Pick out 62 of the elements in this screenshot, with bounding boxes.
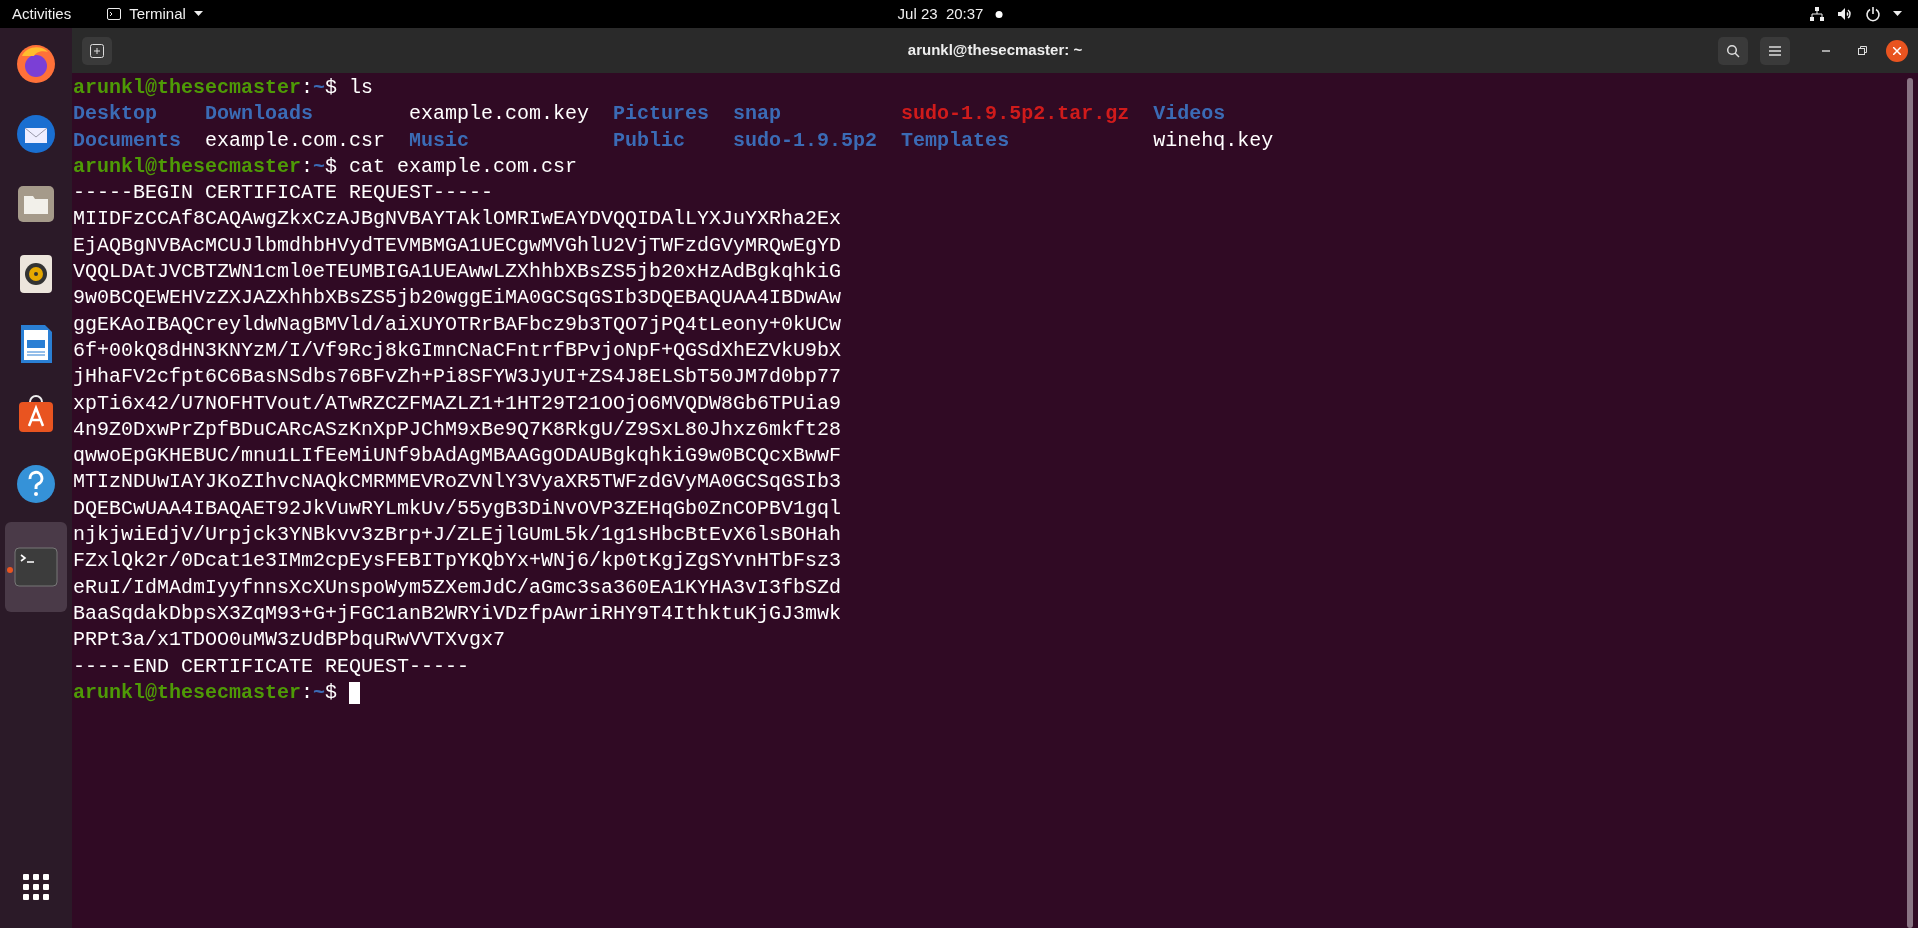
output-line: eRuI/IdMAdmIyyfnnsXcXUnspoWym5ZXemJdC/aGmc3sa360EA1KYHA3vI3fbSZd <box>73 574 842 601</box>
clock[interactable]: Jul 23 20:37 <box>897 2 984 26</box>
output-line: njkjwiEdjV/Urpjck3YNBkvv3zBrp+J/ZLEjlGUmL5k/1g1sHbcBtEvX6lsBOHah <box>73 522 842 549</box>
globe-icon <box>14 42 58 86</box>
directory-name: Downloads <box>205 102 314 126</box>
terminal-icon <box>14 547 58 587</box>
app-grid-icon[interactable] <box>23 874 49 900</box>
output-line: -----BEGIN CERTIFICATE REQUEST----- <box>73 180 494 207</box>
output-line: PRPt3a/x1TDOO0uMW3zUdBPbquRwVVTXvgx7 <box>73 627 506 654</box>
output-line: 9w0BCQEWEHVzZXJAZXhhbXBsZS5jb20wggEiMA0GCSqGSIb3DQEBAQUAA4IBDwAw <box>73 285 842 312</box>
volume-icon[interactable] <box>1837 6 1853 22</box>
scrollbar[interactable] <box>1907 78 1913 928</box>
new-tab-icon <box>90 43 104 58</box>
close-button[interactable] <box>1886 39 1908 62</box>
caret-icon[interactable] <box>1893 11 1902 17</box>
file-name: example.com.key <box>409 102 590 126</box>
prompt-line: arunkl@thesecmaster:~$ <box>73 679 339 706</box>
output-line: qwwoEpGKHEBUC/mnu1LIfEeMiUNf9bAdAgMBAAGgODAUBgkqhkiG9w0BCQcxBwwF <box>73 443 842 470</box>
directory-name: sudo-1.9.5p2 <box>733 128 878 152</box>
window-title: arunkl@thesecmaster: ~ <box>907 40 1083 61</box>
output-line: BaaSqdakDbpsX3ZqM93+G+jFGC1anB2WRYiVDzfpAwriRHY9T4IthktuKjGJ3mwk <box>73 600 842 627</box>
output-line: ggEKAoIBAQCreyldwNagBMVld/aiXUYOTRrBAFbcz9b3TQO7jPQ4tLeony+0kUCw <box>73 311 842 338</box>
new-tab-button[interactable] <box>82 36 112 65</box>
minimize-icon <box>1822 49 1830 52</box>
directory-name: Desktop <box>73 102 157 126</box>
search-icon <box>1726 43 1740 58</box>
prompt-line: arunkl@thesecmaster:~$ ls <box>73 75 374 101</box>
file-name: example.com.csr <box>205 128 386 152</box>
close-icon <box>1893 46 1901 55</box>
output-line: 4n9Z0DxwPrZpfBDuCARcASzKnXpPJChM9xBe9Q7K8RkgU/Z9SxL80Jhxz6mkft28 <box>73 416 842 443</box>
app-menu[interactable]: Terminal <box>107 2 203 26</box>
output-line: EjAQBgNVBAcMCUJlbmdhbHVydTEVMBMGA1UECgwMVGhlU2VjTWFzdGVyMRQwEgYD <box>73 232 842 259</box>
envelope-icon <box>14 112 58 156</box>
directory-name: snap <box>733 102 782 126</box>
file-name: sudo-1.9.5p2.tar.gz <box>901 102 1130 126</box>
prompt-line: arunkl@thesecmaster:~$ cat example.com.csr <box>73 153 578 180</box>
output-line: -----END CERTIFICATE REQUEST----- <box>73 653 470 680</box>
directory-name: Templates <box>901 128 1010 152</box>
file-name: winehq.key <box>1153 128 1274 152</box>
output-line: FZxlQk2r/0Dcat1e3IMm2cpEysFEBITpYKQbYx+WNj6/kp0tKgjZgSYvnHTbFsz3 <box>73 548 842 575</box>
directory-name: Public <box>613 128 686 152</box>
directory-name: Music <box>409 128 470 152</box>
output-line: MIIDFzCCAf8CAQAwgZkxCzAJBgNVBAYTAklOMRIwEAYDVQQIDAlLYXJuYXRha2Ex <box>73 206 842 233</box>
power-icon[interactable] <box>1865 6 1881 22</box>
terminal-icon <box>107 8 122 20</box>
output-line: DQEBCwUAA4IBAQAET92JkVuwRYLmkUv/55ygB3DiNvOVP3ZEHqGb0ZnCOPBV1gql <box>73 495 842 522</box>
network-icon[interactable] <box>1809 6 1825 22</box>
caret-icon <box>193 11 203 17</box>
output-line: xpTi6x42/U7NOFHTVout/ATwRZCZFMAZLZ1+1HT29T21OOjO6MVQDW8Gb6TPUia9 <box>73 390 842 417</box>
directory-name: Videos <box>1153 102 1226 126</box>
restore-icon <box>1857 46 1867 55</box>
search-button[interactable] <box>1718 36 1748 65</box>
output-line: MTIzNDUwIAYJKoZIhvcNAQkCMRMMEVRoZVNlY3VyaXR5TWFzdGVyMA0GCSqGSIb3 <box>73 469 842 496</box>
menu-icon <box>1769 45 1781 56</box>
menu-button[interactable] <box>1760 36 1790 65</box>
output-line: VQQLDAtJVCBTZWN1cml0eTEUMBIGA1UEAwwLZXhhbXBsZS5jb20xHzAdBgkqhkiG <box>73 259 842 286</box>
directory-name: Pictures <box>613 102 710 126</box>
question-mark-icon <box>14 462 58 506</box>
activities-button[interactable]: Activities <box>0 2 84 26</box>
output-line: 6f+00kQ8dHN3KNYzM/I/Vf9Rcj8kGImnCNaCFntrfBPvjoNpF+QGSdXhEZVkU9bX <box>73 337 842 364</box>
directory-name: Documents <box>73 128 182 152</box>
output-line: jHhaFV2cfpt6C6BasNSdbs76BFvZh+Pi8SFYW3JyUI+ZS4J8ELSbT50JM7d0bp77 <box>73 364 842 391</box>
